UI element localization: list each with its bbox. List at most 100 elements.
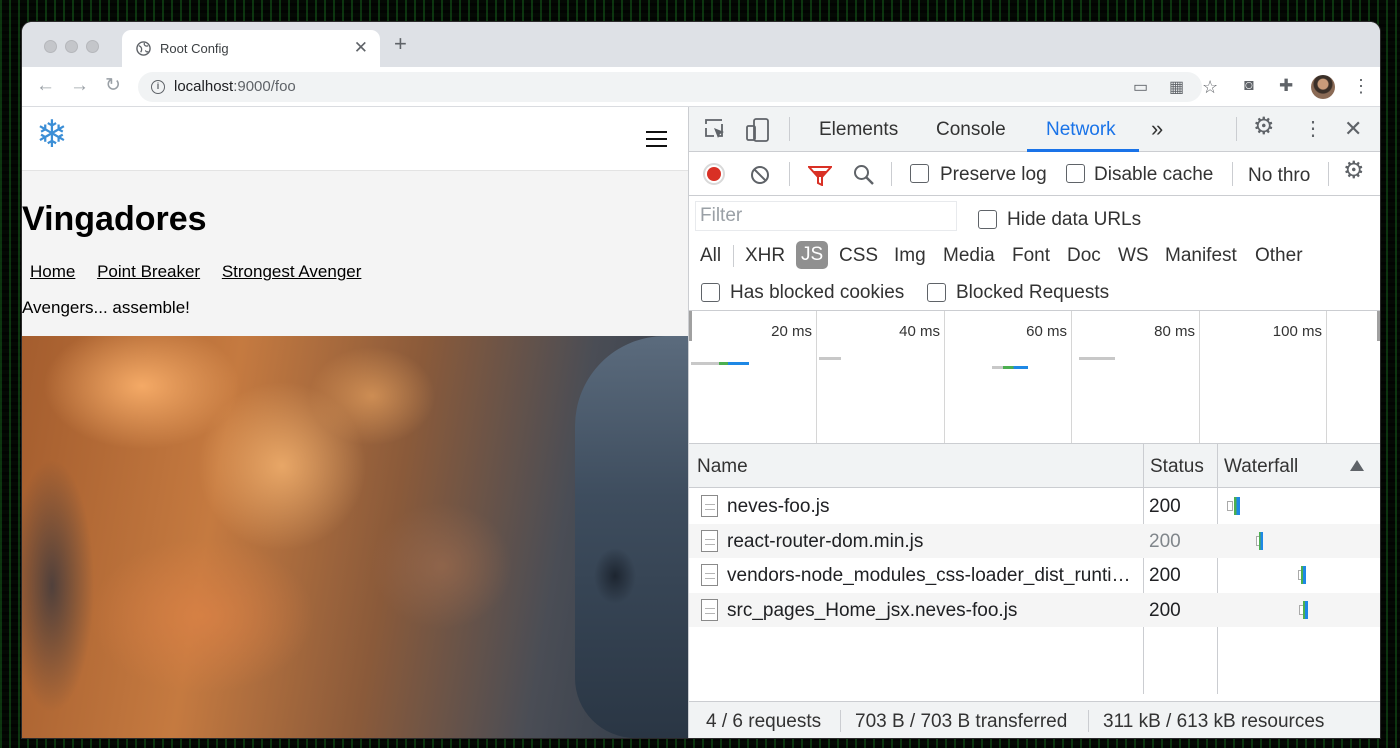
nav-link-strongest-avenger[interactable]: Strongest Avenger xyxy=(222,262,362,281)
more-tabs-icon[interactable]: » xyxy=(1151,116,1163,142)
throttling-select[interactable]: No thro xyxy=(1248,165,1310,187)
app-grid-icon[interactable]: ▦ xyxy=(1169,78,1184,98)
network-toolbar: Preserve log Disable cache No thro ⚙ xyxy=(689,152,1380,196)
tab-console[interactable]: Console xyxy=(936,119,1006,141)
type-filter-manifest[interactable]: Manifest xyxy=(1165,245,1237,267)
preserve-log-label: Preserve log xyxy=(940,164,1047,185)
cast-icon[interactable]: ▭ xyxy=(1133,78,1148,98)
web-page: ❄ Vingadores Home Point Breaker Stronges… xyxy=(22,107,688,738)
overview-right-handle[interactable] xyxy=(1377,311,1380,341)
overview-bar xyxy=(819,357,841,360)
transferred-size: 703 B / 703 B transferred xyxy=(855,711,1068,732)
overview-left-handle[interactable] xyxy=(689,311,692,341)
clear-icon[interactable] xyxy=(750,165,770,185)
type-filter-doc[interactable]: Doc xyxy=(1067,245,1101,267)
column-header-name[interactable]: Name xyxy=(697,456,748,478)
record-button[interactable] xyxy=(703,163,725,185)
tab-title: Root Config xyxy=(160,41,229,56)
tab-network[interactable]: Network xyxy=(1046,119,1116,141)
overview-gridline xyxy=(944,311,945,443)
blocked-requests-checkbox[interactable] xyxy=(927,283,946,302)
requests-table-header: Name Status Waterfall xyxy=(689,444,1380,488)
page-title: Vingadores xyxy=(22,200,207,238)
back-arrow-icon[interactable]: ← xyxy=(36,75,55,97)
address-bar[interactable]: i localhost:9000/foo ▭ ▦ ☆ xyxy=(138,72,1218,102)
snowflake-logo-icon[interactable]: ❄ xyxy=(36,115,68,155)
type-filter-other[interactable]: Other xyxy=(1255,245,1303,267)
type-filter-img[interactable]: Img xyxy=(894,245,926,267)
more-menu-icon[interactable]: ⋮ xyxy=(1352,76,1370,96)
script-file-icon xyxy=(701,529,718,552)
extensions-puzzle-icon[interactable]: ✚ xyxy=(1279,76,1293,96)
hide-data-urls-checkbox[interactable] xyxy=(978,210,997,229)
disable-cache-checkbox[interactable] xyxy=(1066,164,1085,183)
request-status: 200 xyxy=(1149,565,1181,586)
inspect-element-icon[interactable] xyxy=(704,118,728,142)
window-minimize-control[interactable] xyxy=(65,40,78,53)
type-filter-all[interactable]: All xyxy=(700,245,721,267)
page-nav: Home Point Breaker Strongest Avenger xyxy=(30,262,378,282)
browser-tab[interactable]: Root Config ✕ xyxy=(122,30,380,67)
table-row[interactable]: neves-foo.js 200 xyxy=(689,489,1380,524)
bookmark-star-icon[interactable]: ☆ xyxy=(1202,77,1218,97)
overview-gridline xyxy=(1326,311,1327,443)
nav-link-point-breaker[interactable]: Point Breaker xyxy=(97,262,200,281)
close-devtools-icon[interactable]: ✕ xyxy=(1344,118,1362,140)
new-tab-button[interactable]: + xyxy=(394,33,407,55)
table-row[interactable]: vendors-node_modules_css-loader_dist_run… xyxy=(689,558,1380,593)
table-row[interactable]: react-router-dom.min.js 200 xyxy=(689,523,1380,558)
tab-close-icon[interactable]: ✕ xyxy=(354,38,368,58)
script-file-icon xyxy=(701,564,718,586)
helmet-figure xyxy=(575,336,688,738)
overview-tick-label: 40 ms xyxy=(899,323,940,340)
window-close-control[interactable] xyxy=(44,40,57,53)
sort-ascending-icon[interactable] xyxy=(1350,460,1364,471)
page-header: ❄ xyxy=(22,107,688,171)
toolbar-divider xyxy=(789,117,790,141)
request-name: react-router-dom.min.js xyxy=(727,530,924,552)
devtools-menu-icon[interactable]: ⋮ xyxy=(1303,118,1323,140)
waterfall-bar xyxy=(1234,497,1240,515)
tab-elements[interactable]: Elements xyxy=(819,119,898,141)
type-filter-css[interactable]: CSS xyxy=(839,245,878,267)
forward-arrow-icon[interactable]: → xyxy=(70,75,89,97)
filter-input[interactable] xyxy=(695,201,957,231)
type-filter-js[interactable]: JS xyxy=(796,241,829,269)
browser-toolbar: ← → ↻ i localhost:9000/foo ▭ ▦ ☆ ◙ ✚ ⋮ xyxy=(22,67,1380,107)
type-filter-font[interactable]: Font xyxy=(1012,245,1050,267)
request-name: neves-foo.js xyxy=(727,496,830,517)
profile-avatar[interactable] xyxy=(1311,75,1335,99)
column-header-status[interactable]: Status xyxy=(1150,456,1204,478)
request-status: 200 xyxy=(1149,530,1181,552)
column-header-waterfall[interactable]: Waterfall xyxy=(1224,456,1298,478)
has-blocked-cookies-checkbox[interactable] xyxy=(701,283,720,302)
nav-link-home[interactable]: Home xyxy=(30,262,75,281)
request-count: 4 / 6 requests xyxy=(706,711,822,732)
preserve-log-checkbox[interactable] xyxy=(910,164,929,183)
reload-icon[interactable]: ↻ xyxy=(105,75,121,97)
has-blocked-cookies-label: Has blocked cookies xyxy=(730,282,905,303)
resources-size: 311 kB / 613 kB resources xyxy=(1103,711,1325,732)
request-status: 200 xyxy=(1149,496,1181,517)
device-toolbar-icon[interactable] xyxy=(745,117,771,143)
search-icon[interactable] xyxy=(853,164,875,186)
hero-image xyxy=(22,336,688,738)
type-filter-ws[interactable]: WS xyxy=(1118,245,1149,267)
filter-funnel-icon[interactable] xyxy=(808,166,832,186)
url-host: localhost xyxy=(174,78,234,95)
waterfall-bar xyxy=(1303,600,1308,619)
window-zoom-control[interactable] xyxy=(86,40,99,53)
network-status-bar: 4 / 6 requests 703 B / 703 B transferred… xyxy=(689,701,1380,738)
type-filter-xhr[interactable]: XHR xyxy=(745,245,785,267)
waterfall-bar xyxy=(1227,501,1233,511)
settings-gear-icon[interactable]: ⚙ xyxy=(1253,115,1275,139)
type-filter-media[interactable]: Media xyxy=(943,245,995,267)
table-row[interactable]: src_pages_Home_jsx.neves-foo.js 200 xyxy=(689,592,1380,627)
blocked-filter-row: Has blocked cookies Blocked Requests xyxy=(689,274,1380,311)
camera-icon[interactable]: ◙ xyxy=(1244,76,1254,96)
site-info-icon[interactable]: i xyxy=(151,80,165,94)
disable-cache-label: Disable cache xyxy=(1094,164,1214,185)
network-settings-gear-icon[interactable]: ⚙ xyxy=(1343,159,1365,183)
hamburger-menu-icon[interactable] xyxy=(646,131,667,152)
overview-tick-label: 20 ms xyxy=(771,323,812,340)
